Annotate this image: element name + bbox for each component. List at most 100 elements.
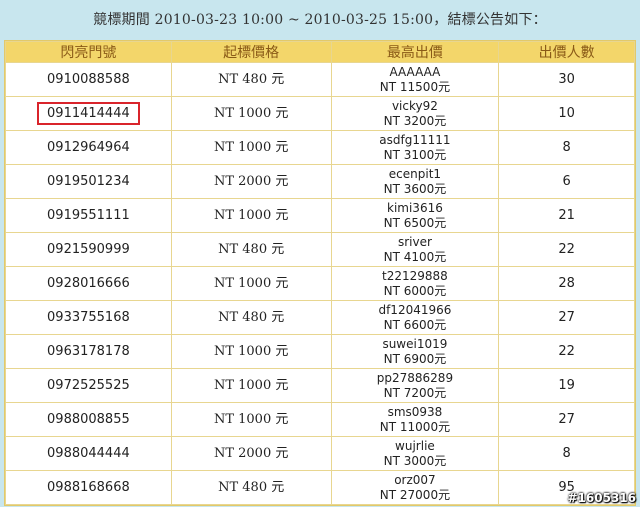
bid-amount: NT 27000元 — [379, 487, 451, 502]
cell-highest-bid: suwei1019 NT 6900元 — [331, 335, 499, 368]
bid-amount: NT 4100元 — [383, 249, 447, 264]
results-table-container: 閃亮門號 起標價格 最高出價 出價人數 0910088588 NT 480 元 AA… — [4, 40, 636, 506]
cell-start-price: NT 1000 元 — [171, 131, 331, 164]
bid-amount: NT 11000元 — [379, 419, 451, 434]
bid-amount: NT 3200元 — [383, 113, 447, 128]
cell-start-price: NT 2000 元 — [171, 437, 331, 470]
header-number: 閃亮門號 — [6, 42, 171, 62]
cell-bidder-count: 28 — [499, 267, 634, 300]
cell-number: 0912964964 — [6, 131, 171, 164]
bid-amount: NT 3100元 — [383, 147, 447, 162]
bidder-username: asdfg11111 — [379, 132, 451, 147]
cell-bidder-count: 27 — [499, 403, 634, 436]
header-start-price: 起標價格 — [171, 42, 331, 62]
cell-number: 0972525525 — [6, 369, 171, 402]
table-row: 0919551111 NT 1000 元 kimi3616 NT 6500元 21 — [6, 199, 634, 232]
cell-highest-bid: vicky92 NT 3200元 — [331, 97, 499, 130]
cell-number: 0910088588 — [6, 63, 171, 96]
cell-start-price: NT 1000 元 — [171, 199, 331, 232]
table-row: 0928016666 NT 1000 元 t22129888 NT 6000元 28 — [6, 267, 634, 300]
cell-number: 0933755168 — [6, 301, 171, 334]
phone-number: 0963178178 — [47, 344, 130, 359]
cell-number: 0988008855 — [6, 403, 171, 436]
phone-number: 0988168668 — [47, 480, 130, 495]
table-row: 0910088588 NT 480 元 AAAAAA NT 11500元 30 — [6, 63, 634, 96]
cell-bidder-count: 27 — [499, 301, 634, 334]
cell-bidder-count: 8 — [499, 131, 634, 164]
bidder-username: t22129888 — [382, 268, 448, 283]
table-row: 0921590999 NT 480 元 sriver NT 4100元 22 — [6, 233, 634, 266]
bidder-username: ecenpit1 — [388, 166, 442, 181]
cell-start-price: NT 1000 元 — [171, 267, 331, 300]
page-title: 競標期間 2010-03-23 10:00 ~ 2010-03-25 15:00… — [93, 12, 547, 28]
bidder-username: vicky92 — [391, 98, 438, 113]
cell-number: 0928016666 — [6, 267, 171, 300]
bidder-username: kimi3616 — [387, 200, 443, 215]
phone-number: 0972525525 — [47, 378, 130, 393]
cell-start-price: NT 480 元 — [171, 301, 331, 334]
bid-amount: NT 3600元 — [383, 181, 447, 196]
cell-highest-bid: ecenpit1 NT 3600元 — [331, 165, 499, 198]
cell-highest-bid: asdfg11111 NT 3100元 — [331, 131, 499, 164]
table-row: 0912964964 NT 1000 元 asdfg11111 NT 3100元 8 — [6, 131, 634, 164]
cell-bidder-count: 6 — [499, 165, 634, 198]
cell-bidder-count: 30 — [499, 63, 634, 96]
cell-start-price: NT 2000 元 — [171, 165, 331, 198]
bid-amount: NT 7200元 — [383, 385, 447, 400]
cell-bidder-count: 10 — [499, 97, 634, 130]
phone-number-highlighted: 0911414444 — [37, 102, 140, 125]
cell-start-price: NT 1000 元 — [171, 97, 331, 130]
phone-number: 0928016666 — [47, 276, 130, 291]
cell-number: 0919551111 — [6, 199, 171, 232]
bidder-username: sriver — [397, 234, 432, 249]
bid-amount: NT 6600元 — [383, 317, 447, 332]
bidder-username: pp27886289 — [376, 370, 454, 385]
bid-amount: NT 6900元 — [383, 351, 447, 366]
cell-start-price: NT 1000 元 — [171, 369, 331, 402]
phone-number: 0912964964 — [47, 140, 130, 155]
cell-number: 0988168668 — [6, 471, 171, 504]
cell-highest-bid: wujrlie NT 3000元 — [331, 437, 499, 470]
cell-bidder-count: 8 — [499, 437, 634, 470]
bidder-username: AAAAAA — [389, 64, 441, 79]
phone-number: 0919551111 — [47, 208, 130, 223]
cell-highest-bid: orz007 NT 27000元 — [331, 471, 499, 504]
cell-highest-bid: sms0938 NT 11000元 — [331, 403, 499, 436]
bidder-username: orz007 — [394, 472, 436, 487]
cell-start-price: NT 480 元 — [171, 233, 331, 266]
results-table: 閃亮門號 起標價格 最高出價 出價人數 0910088588 NT 480 元 AA… — [5, 41, 635, 505]
header-bidder-count: 出價人數 — [499, 42, 634, 62]
table-row: 0911414444 NT 1000 元 vicky92 NT 3200元 10 — [6, 97, 634, 130]
phone-number: 0933755168 — [47, 310, 130, 325]
cell-start-price: NT 480 元 — [171, 63, 331, 96]
cell-highest-bid: df12041966 NT 6600元 — [331, 301, 499, 334]
table-row: 0963178178 NT 1000 元 suwei1019 NT 6900元 22 — [6, 335, 634, 368]
phone-number: 0988008855 — [47, 412, 130, 427]
phone-number: 0988044444 — [47, 446, 130, 461]
bid-amount: NT 6500元 — [383, 215, 447, 230]
cell-start-price: NT 480 元 — [171, 471, 331, 504]
cell-start-price: NT 1000 元 — [171, 403, 331, 436]
phone-number: 0921590999 — [47, 242, 130, 257]
cell-number: 0911414444 — [6, 97, 171, 130]
bidder-username: wujrlie — [395, 438, 435, 453]
table-row: 0988168668 NT 480 元 orz007 NT 27000元 95 — [6, 471, 634, 504]
phone-number: 0919501234 — [47, 174, 130, 189]
cell-number: 0963178178 — [6, 335, 171, 368]
cell-number: 0921590999 — [6, 233, 171, 266]
cell-highest-bid: pp27886289 NT 7200元 — [331, 369, 499, 402]
bidder-username: sms0938 — [387, 404, 443, 419]
table-row: 0972525525 NT 1000 元 pp27886289 NT 7200元 19 — [6, 369, 634, 402]
cell-highest-bid: kimi3616 NT 6500元 — [331, 199, 499, 232]
bid-amount: NT 11500元 — [379, 79, 451, 94]
cell-bidder-count: 22 — [499, 335, 634, 368]
table-row: 0933755168 NT 480 元 df12041966 NT 6600元 27 — [6, 301, 634, 334]
table-row: 0988044444 NT 2000 元 wujrlie NT 3000元 8 — [6, 437, 634, 470]
bidder-username: suwei1019 — [382, 336, 448, 351]
table-row: 0988008855 NT 1000 元 sms0938 NT 11000元 27 — [6, 403, 634, 436]
cell-highest-bid: AAAAAA NT 11500元 — [331, 63, 499, 96]
table-header-row: 閃亮門號 起標價格 最高出價 出價人數 — [6, 42, 634, 62]
cell-start-price: NT 1000 元 — [171, 335, 331, 368]
cell-number: 0919501234 — [6, 165, 171, 198]
cell-bidder-count: 19 — [499, 369, 634, 402]
